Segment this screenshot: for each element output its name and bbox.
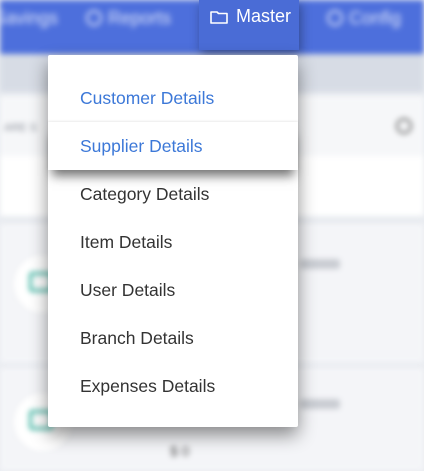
clock-icon [86, 10, 102, 26]
nav-savings-label: Savings [0, 7, 59, 28]
menu-item-branch-details[interactable]: Branch Details [48, 314, 298, 362]
menu-item-label: Customer Details [80, 87, 215, 108]
refresh-icon[interactable] [396, 118, 412, 134]
menu-item-expenses-details[interactable]: Expenses Details [48, 362, 298, 410]
menu-item-user-details[interactable]: User Details [48, 266, 298, 314]
menu-item-label: Item Details [80, 231, 173, 252]
master-dropdown-menu: Customer Details Supplier Details Catego… [48, 55, 298, 427]
nav-reports[interactable]: Reports [86, 8, 171, 28]
menu-item-supplier-details[interactable]: Supplier Details [48, 122, 298, 170]
menu-item-label: Supplier Details [80, 135, 203, 156]
folder-icon [210, 11, 228, 24]
card-money: $ 0 [170, 443, 190, 459]
card-value-placeholder [300, 399, 340, 409]
nav-master[interactable]: Master [199, 0, 299, 50]
nav-master-label: Master [236, 6, 292, 26]
menu-item-item-details[interactable]: Item Details [48, 218, 298, 266]
panel-label: ARE S [4, 122, 38, 134]
menu-item-category-details[interactable]: Category Details [48, 170, 298, 218]
card-value-placeholder [300, 259, 340, 269]
nav-savings[interactable]: Savings [0, 8, 58, 28]
menu-item-customer-details[interactable]: Customer Details [48, 74, 298, 122]
gear-icon [327, 10, 343, 26]
nav-config[interactable]: Config [327, 8, 401, 28]
menu-item-label: Branch Details [80, 327, 194, 348]
menu-item-label: Expenses Details [80, 375, 216, 396]
nav-config-label: Config [349, 7, 402, 28]
menu-item-label: Category Details [80, 183, 210, 204]
menu-item-label: User Details [80, 279, 176, 300]
nav-reports-label: Reports [108, 7, 172, 28]
